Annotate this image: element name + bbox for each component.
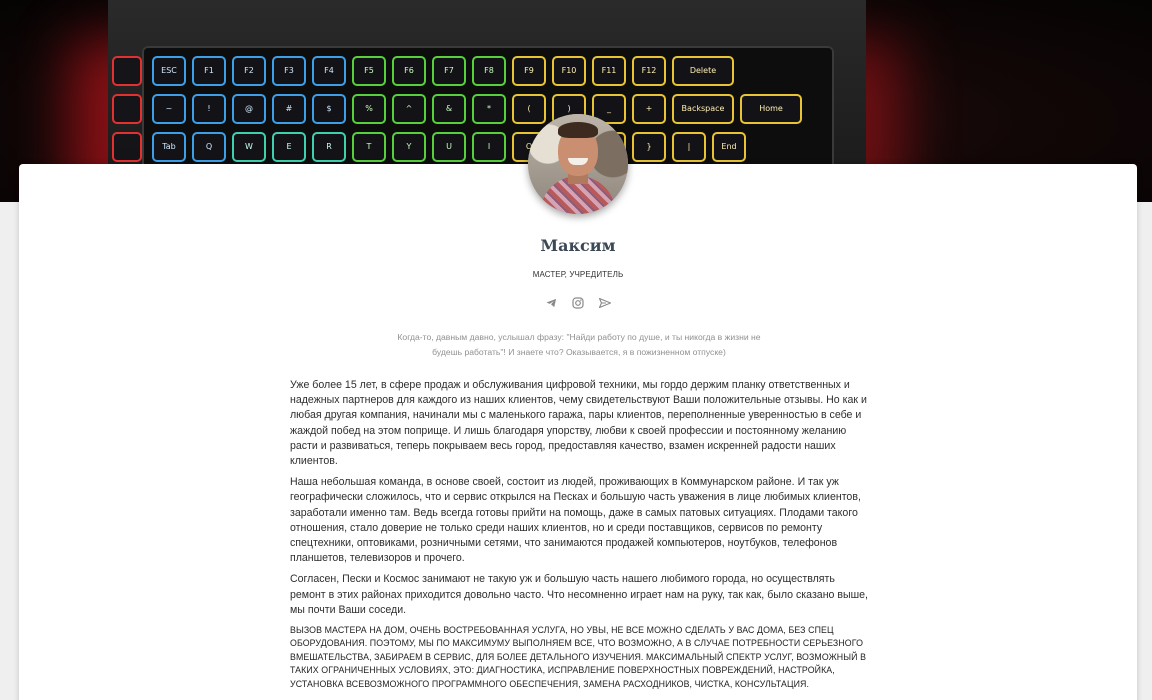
send-icon[interactable]: [599, 296, 612, 309]
keyboard-key: F4: [312, 56, 346, 86]
services-paragraph: ВЫЗОВ МАСТЕРА НА ДОМ, ОЧЕНЬ ВОСТРЕБОВАНН…: [290, 625, 867, 689]
keyboard-key: F1: [192, 56, 226, 86]
instagram-icon[interactable]: [572, 296, 585, 309]
keyboard-key: +: [632, 94, 666, 124]
profile-role: МАСТЕР, УЧРЕДИТЕЛЬ: [532, 270, 624, 279]
keyboard-key: Q: [192, 132, 226, 162]
keyboard-key: #: [272, 94, 306, 124]
keyboard-side-key: [112, 132, 142, 162]
keyboard-key: U: [432, 132, 466, 162]
keyboard-key: F11: [592, 56, 626, 86]
keyboard-key: F3: [272, 56, 306, 86]
keyboard-key: F8: [472, 56, 506, 86]
keyboard-key: I: [472, 132, 506, 162]
keyboard-key: ~: [152, 94, 186, 124]
keyboard-key: $: [312, 94, 346, 124]
keyboard-side-key: [112, 56, 142, 86]
keyboard-key: F12: [632, 56, 666, 86]
keyboard-key: ^: [392, 94, 426, 124]
telegram-icon[interactable]: [545, 296, 558, 309]
keyboard-key: Backspace: [672, 94, 734, 124]
keyboard-key: Y: [392, 132, 426, 162]
about-paragraph: Уже более 15 лет, в сфере продаж и обслу…: [290, 379, 867, 468]
keyboard-key: E: [272, 132, 306, 162]
keyboard-key: R: [312, 132, 346, 162]
keyboard-key: Tab: [152, 132, 186, 162]
keyboard-key: F9: [512, 56, 546, 86]
keyboard-key: }: [632, 132, 666, 162]
keyboard-key: T: [352, 132, 386, 162]
social-links: [19, 296, 1137, 309]
profile-quote: Когда-то, давным давно, услышал фразу: "…: [397, 332, 761, 357]
keyboard-key: *: [472, 94, 506, 124]
keyboard-key: F2: [232, 56, 266, 86]
keyboard-key: Home: [740, 94, 802, 124]
keyboard-key: W: [232, 132, 266, 162]
about-text: Уже более 15 лет, в сфере продаж и обслу…: [290, 378, 868, 697]
keyboard-key: !: [192, 94, 226, 124]
about-paragraph: Согласен, Пески и Космос занимают не так…: [290, 573, 868, 616]
keyboard-key: F6: [392, 56, 426, 86]
keyboard-key: ESC: [152, 56, 186, 86]
keyboard-key: &: [432, 94, 466, 124]
keyboard-key: |: [672, 132, 706, 162]
profile-card: Максим МАСТЕР, УЧРЕДИТЕЛЬ Когда-то, давн…: [19, 164, 1137, 700]
keyboard-key: F7: [432, 56, 466, 86]
laptop-image: ESC F1 F2 F3 F4 F5 F6 F7 F8 F9 F10 F11 F12 Delete ~! @ #…: [108, 0, 866, 202]
avatar: [528, 114, 628, 214]
keyboard-key: F10: [552, 56, 586, 86]
profile-name: Максим: [540, 236, 616, 255]
keyboard-key: F5: [352, 56, 386, 86]
keyboard-key: @: [232, 94, 266, 124]
about-paragraph: Наша небольшая команда, в основе своей, …: [290, 476, 861, 565]
keyboard-key: End: [712, 132, 746, 162]
keyboard-key: %: [352, 94, 386, 124]
keyboard-key: Delete: [672, 56, 734, 86]
keyboard-side-key: [112, 94, 142, 124]
